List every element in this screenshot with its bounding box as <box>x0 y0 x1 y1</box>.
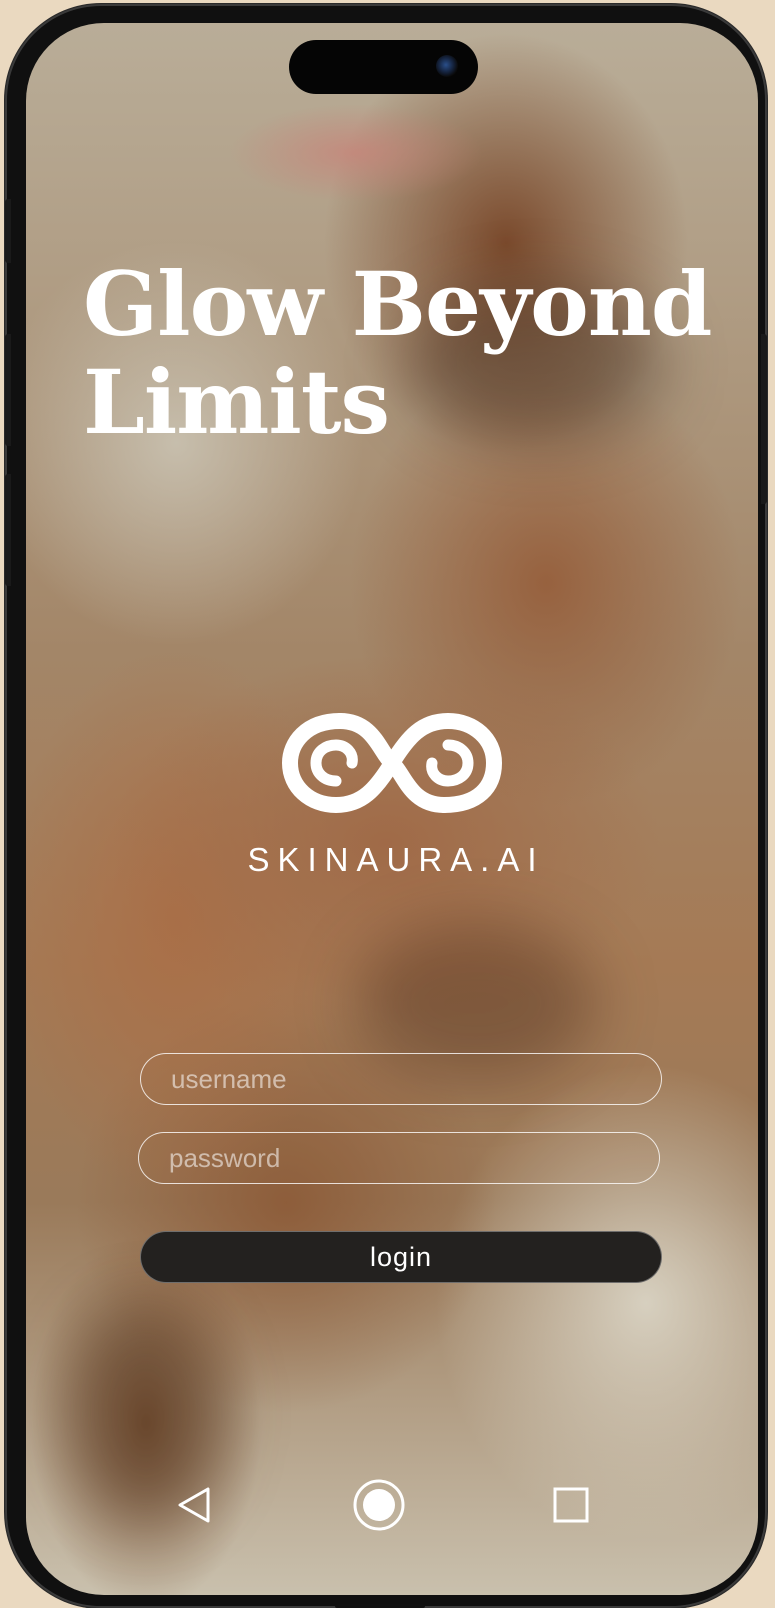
action-button <box>5 199 11 263</box>
triangle-back-icon <box>178 1487 210 1523</box>
dynamic-island <box>289 40 478 94</box>
power-button <box>761 334 767 504</box>
volume-up-button <box>5 334 11 446</box>
brand-name: SKINAURA.AI <box>247 841 545 878</box>
brand-logo: SKINAURA.AI <box>26 703 758 879</box>
page: Glow Beyond Limits SKINAURA.AI login <box>0 0 775 1608</box>
square-recents-icon <box>553 1487 589 1523</box>
back-button[interactable] <box>166 1475 226 1535</box>
headline-line-2: Limits <box>83 350 390 454</box>
password-input[interactable] <box>138 1132 660 1184</box>
headline-line-1: Glow Beyond <box>83 252 712 356</box>
login-button[interactable]: login <box>140 1231 662 1283</box>
home-indicator <box>335 1604 425 1608</box>
camera-icon <box>436 55 458 77</box>
screen: Glow Beyond Limits SKINAURA.AI login <box>26 23 758 1595</box>
system-nav-bar <box>26 1475 758 1535</box>
username-input[interactable] <box>140 1053 662 1105</box>
phone-frame: Glow Beyond Limits SKINAURA.AI login <box>5 4 767 1608</box>
volume-down-button <box>5 474 11 586</box>
circle-home-icon <box>353 1479 405 1531</box>
infinity-logo-icon <box>281 712 503 814</box>
home-button[interactable] <box>349 1475 409 1535</box>
recents-button[interactable] <box>541 1475 601 1535</box>
headline: Glow Beyond Limits <box>83 255 743 451</box>
